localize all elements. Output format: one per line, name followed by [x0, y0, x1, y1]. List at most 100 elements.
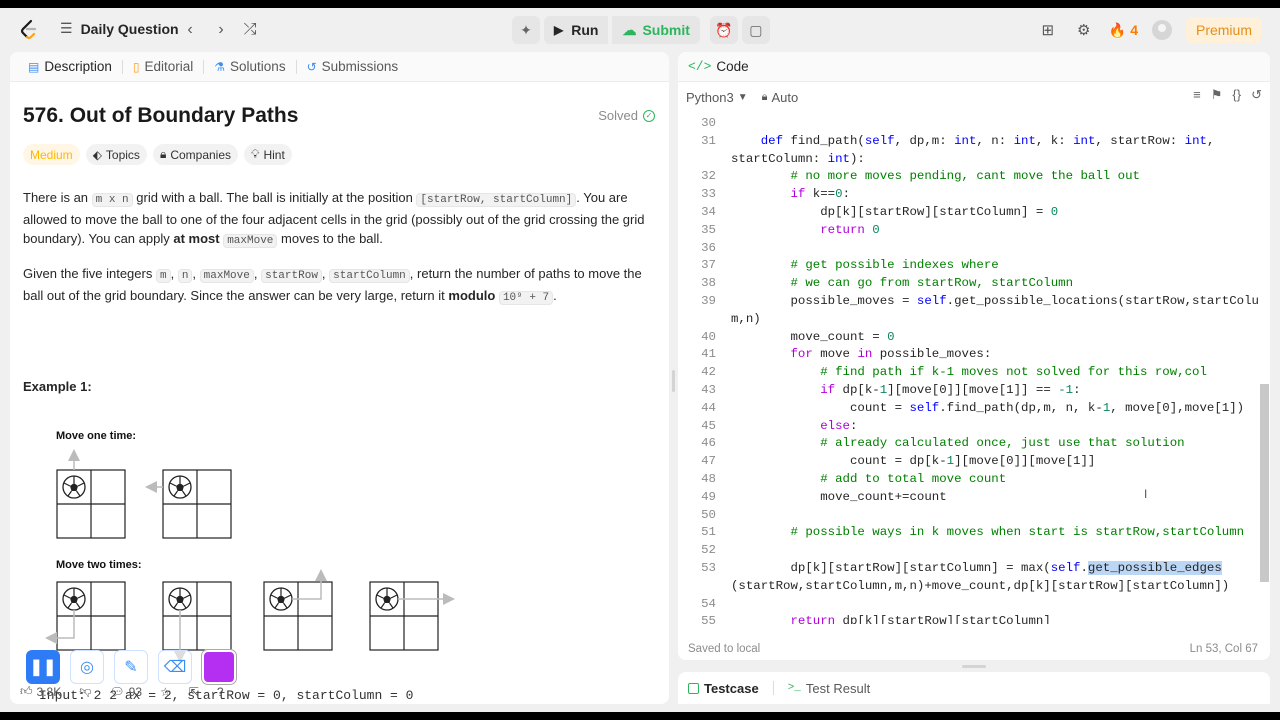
color-swatch[interactable]: [202, 650, 236, 684]
help-button[interactable]: ?: [217, 685, 224, 699]
timer-icon[interactable]: ⏰: [709, 16, 738, 44]
cursor-position: Ln 53, Col 67: [1189, 643, 1258, 655]
tab-divider: [295, 59, 297, 74]
code-icon: </>: [688, 59, 712, 74]
code-editor[interactable]: 30 31 def find_path(self, dp,m: int, n: i…: [678, 114, 1258, 624]
code-line[interactable]: # add to total move count: [731, 472, 1006, 486]
avatar[interactable]: [1151, 20, 1172, 40]
lock-icon: 🔒︎: [761, 90, 768, 103]
test-panel: Testcase >_ Test Result: [678, 672, 1270, 704]
pen-icon[interactable]: ✎: [114, 650, 148, 684]
shuffle-icon[interactable]: ⤮: [240, 20, 260, 40]
hint-chip[interactable]: 💡︎ Hint: [244, 144, 292, 165]
code-line[interactable]: count = dp[k-1][move[0]][move[1]]: [731, 454, 1095, 468]
companies-chip[interactable]: 🔒︎ Companies: [152, 144, 239, 165]
code-line[interactable]: for move in possible_moves:: [731, 347, 992, 361]
comments-button[interactable]: 💬︎ 93: [109, 685, 142, 699]
run-button[interactable]: ▶ Run: [544, 16, 609, 44]
auto-mode[interactable]: 🔒︎ Auto: [762, 90, 799, 105]
difficulty-badge: Medium: [23, 144, 80, 165]
tab-submissions[interactable]: ↺ Submissions: [299, 52, 407, 82]
editor-scrollbar[interactable]: [1260, 114, 1270, 624]
premium-button[interactable]: Premium: [1185, 17, 1262, 43]
code-line[interactable]: if k==0:: [731, 187, 851, 201]
code-line[interactable]: # already calculated once, just use that…: [731, 436, 1184, 450]
code-panel: </> Code Python3 ▼ 🔒︎ Auto ≡ ⚑ {} ↺ 30 31…: [678, 52, 1270, 660]
tab-testcase[interactable]: Testcase: [688, 681, 759, 696]
tab-solutions[interactable]: ⚗ Solutions: [206, 52, 293, 82]
topics-chip[interactable]: ⬖ Topics: [85, 144, 147, 165]
scrollbar-thumb[interactable]: [1260, 384, 1269, 582]
layout-grid-icon[interactable]: ⊞: [1037, 19, 1059, 41]
tab-code[interactable]: Code: [716, 59, 748, 74]
editor-actions: ≡ ⚑ {} ↺: [1193, 87, 1262, 103]
share-button[interactable]: ⇱: [189, 685, 199, 699]
code-line[interactable]: # possible ways in k moves when start is…: [731, 525, 1245, 539]
settings-gear-icon[interactable]: ⚙: [1073, 19, 1095, 41]
star-icon: ☆: [160, 684, 171, 699]
next-question-icon[interactable]: ›: [211, 20, 231, 40]
code-line[interactable]: move_count+=count: [731, 490, 946, 504]
save-status: Saved to local: [688, 643, 761, 655]
code-line[interactable]: count = self.find_path(dp,m, n, k-1, mov…: [731, 401, 1244, 415]
line-number: 53: [701, 561, 716, 575]
app-window: ☰ Daily Question ‹ › ⤮ ✦ ▶ Run ☁ Submit …: [0, 8, 1280, 712]
line-number: 31: [701, 133, 716, 148]
favorite-button[interactable]: ☆: [160, 685, 171, 699]
daily-question-nav[interactable]: ☰ Daily Question: [60, 20, 179, 37]
code-line[interactable]: # we can go from startRow, startColumn: [731, 276, 1074, 290]
tab-editorial[interactable]: ▯ Editorial: [125, 52, 201, 82]
figure-label: Move one time:: [56, 430, 136, 442]
code-line[interactable]: return dp[k][startRow][startColumn]: [731, 614, 1051, 624]
line-number: 52: [701, 543, 716, 558]
dislike-button[interactable]: 👎︎: [79, 684, 91, 699]
debug-icon[interactable]: ✦: [512, 16, 540, 44]
panel-resize-handle[interactable]: [962, 665, 986, 668]
code-line[interactable]: move_count = 0: [731, 330, 894, 344]
thumbs-down-icon: 👎︎: [79, 684, 92, 698]
top-nav: ☰ Daily Question ‹ › ⤮ ✦ ▶ Run ☁ Submit …: [0, 8, 1280, 52]
code-line[interactable]: # get possible indexes where: [731, 258, 999, 272]
code-line[interactable]: return 0: [731, 223, 880, 237]
figure-label: Move two times:: [56, 559, 142, 571]
like-button[interactable]: 👍︎ 3.8K: [20, 684, 61, 699]
code-line[interactable]: dp[k][startRow][startColumn] = 0: [731, 205, 1058, 219]
prev-question-icon[interactable]: ‹: [180, 20, 200, 40]
checkbox-icon: [688, 682, 699, 694]
language-select[interactable]: Python3 ▼: [686, 90, 748, 105]
comment-icon: 💬︎: [109, 684, 125, 699]
question-icon: ?: [216, 684, 224, 699]
code-line[interactable]: # find path if k-1 moves not solved for …: [731, 365, 1207, 379]
streak-counter[interactable]: 🔥 4: [1109, 22, 1138, 39]
pause-button[interactable]: ❚❚: [26, 650, 60, 684]
reset-icon[interactable]: ↺: [1251, 87, 1262, 103]
submit-button[interactable]: ☁ Submit: [612, 16, 700, 44]
line-number: 35: [701, 222, 716, 237]
line-number: 54: [701, 596, 716, 611]
flask-icon: ⚗: [214, 59, 226, 74]
format-icon[interactable]: ≡: [1193, 87, 1201, 103]
code-line[interactable]: (startRow,startColumn,m,n)+move_count,dp…: [731, 579, 1229, 593]
code-line[interactable]: dp[k][startRow][startColumn] = max(self.…: [731, 561, 1222, 575]
tab-description[interactable]: ▤ Description: [20, 52, 120, 82]
braces-icon[interactable]: {}: [1232, 87, 1241, 103]
bookmark-icon[interactable]: ⚑: [1211, 87, 1223, 103]
notes-icon[interactable]: ▢: [741, 16, 770, 44]
leetcode-logo-icon[interactable]: [18, 19, 40, 41]
tab-test-result[interactable]: >_ Test Result: [788, 681, 871, 696]
code-line[interactable]: def find_path(self, dp,m: int, n: int, k…: [731, 134, 1215, 148]
history-icon: ↺: [306, 59, 317, 74]
code-line[interactable]: startColumn: int):: [731, 152, 865, 166]
run-submit-group: ✦ ▶ Run ☁ Submit ⏰ ▢: [512, 15, 770, 45]
code-line[interactable]: else:: [731, 419, 857, 433]
eraser-icon[interactable]: ⌫: [158, 650, 192, 684]
description-paragraph: Given the five integers m, n, maxMove, s…: [23, 266, 642, 305]
description-panel: ▤ Description ▯ Editorial ⚗ Solutions ↺ …: [10, 52, 669, 704]
code-line[interactable]: possible_moves = self.get_possible_locat…: [731, 294, 1258, 308]
code-line[interactable]: m,n): [731, 312, 761, 326]
code-line[interactable]: if dp[k-1][move[0]][move[1]] == -1:: [731, 383, 1080, 397]
lasso-icon[interactable]: ◎: [70, 650, 104, 684]
panel-resize-handle[interactable]: [672, 370, 675, 392]
description-paragraph: There is an m x n grid with a ball. The …: [23, 190, 645, 248]
code-line[interactable]: # no more moves pending, cant move the b…: [731, 169, 1140, 183]
